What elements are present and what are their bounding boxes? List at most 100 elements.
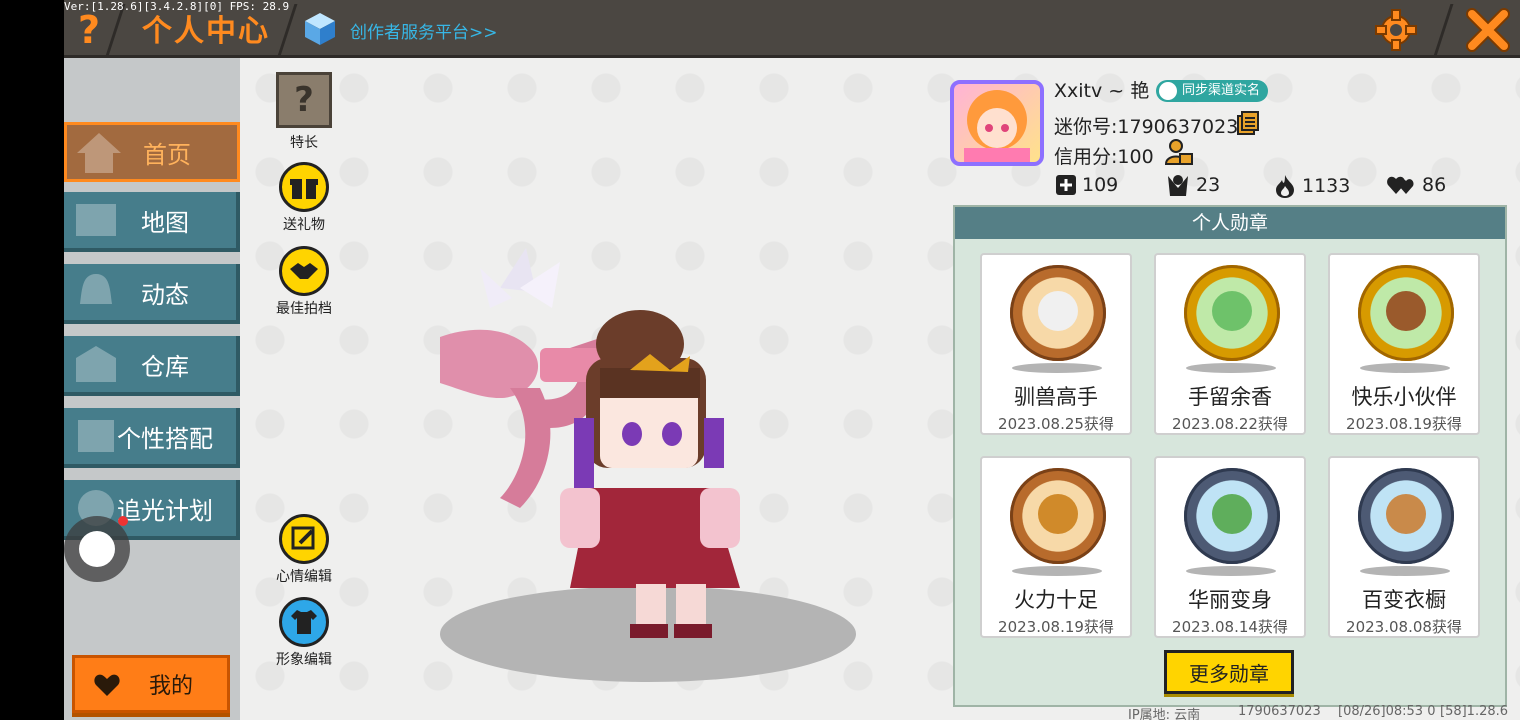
medal-date: 2023.08.08获得: [1346, 618, 1462, 636]
hearts-icon: [1387, 176, 1414, 194]
medal-date: 2023.08.19获得: [998, 618, 1114, 636]
sidebar-item-label: 地图: [141, 208, 189, 237]
send-gift-button[interactable]: 送礼物: [264, 162, 344, 234]
avatar-edit-button[interactable]: 形象编辑: [264, 597, 344, 669]
avatar[interactable]: [950, 80, 1044, 166]
medal-shadow: [1012, 363, 1102, 373]
mini-id: 迷你号:1790637023: [1054, 116, 1239, 138]
sidebar-item-outfit[interactable]: 个性搭配: [64, 408, 240, 468]
sidebar-item-label: 首页: [143, 140, 191, 169]
footer-build: [58]1.28.6: [1440, 704, 1509, 719]
stat-fans[interactable]: 23: [1166, 174, 1220, 196]
medal-card[interactable]: 手留余香 2023.08.22获得: [1154, 253, 1306, 435]
joystick-knob[interactable]: [79, 531, 115, 567]
gear-icon[interactable]: [1374, 8, 1418, 52]
sidebar: 首页 地图 动态 仓库 个性搭配 追光计划 我的: [64, 58, 240, 720]
my-button-label: 我的: [148, 674, 193, 699]
more-medals-button[interactable]: 更多勋章: [1164, 650, 1294, 694]
notification-dot: [118, 516, 128, 526]
stat-value: 109: [1082, 174, 1119, 196]
heart-icon: [94, 674, 120, 696]
credit-score: 信用分:100: [1054, 146, 1154, 168]
medal-name: 火力十足: [1014, 588, 1098, 612]
medal-card[interactable]: 百变衣橱 2023.08.08获得: [1328, 456, 1480, 638]
help-button[interactable]: ?: [74, 8, 104, 52]
medal-buddy-icon: [1358, 265, 1454, 361]
medal-card[interactable]: 火力十足 2023.08.19获得: [980, 456, 1132, 638]
warehouse-icon: [76, 346, 116, 382]
medal-shadow: [1012, 566, 1102, 576]
sidebar-item-feed[interactable]: 动态: [64, 264, 240, 324]
close-icon[interactable]: [1466, 6, 1510, 52]
footer-time: [08/26]08:53 0: [1338, 704, 1436, 719]
plus-icon: [1056, 175, 1076, 195]
bell-icon: [80, 274, 112, 304]
medal-shadow: [1186, 363, 1276, 373]
stat-value: 86: [1422, 174, 1447, 196]
clothing-icon: [279, 597, 329, 647]
fans-icon: [1168, 175, 1188, 196]
medal-shadow: [1186, 566, 1276, 576]
stat-favorites[interactable]: 86: [1386, 174, 1446, 196]
cube-icon[interactable]: [304, 12, 336, 46]
avatar-portrait-illustration: [964, 90, 1030, 162]
medal-name: 驯兽高手: [1014, 385, 1098, 409]
debug-version-text: Ver:[1.28.6][3.4.2.8][0] FPS: 28.9: [64, 0, 290, 13]
verify-badge-label: 同步渠道实名: [1182, 83, 1261, 98]
stat-likes[interactable]: 109: [1056, 174, 1118, 196]
flame-icon: [1276, 175, 1294, 198]
character-model[interactable]: [440, 248, 870, 688]
medal-date: 2023.08.25获得: [998, 415, 1114, 433]
medal-shadow: [1360, 566, 1450, 576]
outfit-icon: [78, 420, 114, 452]
floating-joystick[interactable]: [64, 516, 130, 582]
medal-date: 2023.08.19获得: [1346, 415, 1462, 433]
send-gift-label: 送礼物: [283, 217, 325, 233]
medal-tamer-icon: [1010, 265, 1106, 361]
handshake-icon: [279, 246, 329, 296]
sidebar-item-home[interactable]: 首页: [64, 122, 240, 182]
stat-value: 23: [1196, 174, 1221, 196]
edit-icon: [279, 514, 329, 564]
copy-icon[interactable]: [1236, 110, 1260, 136]
sidebar-item-label: 追光计划: [117, 496, 213, 525]
username: Xxitv ~ 艳: [1054, 80, 1150, 102]
medal-fragrance-icon: [1184, 265, 1280, 361]
medal-name: 华丽变身: [1188, 588, 1272, 612]
verified-user-icon: [1159, 82, 1177, 100]
medal-panel-title: 个人勋章: [955, 207, 1505, 239]
verify-badge[interactable]: 同步渠道实名: [1156, 80, 1269, 102]
medal-card[interactable]: 快乐小伙伴 2023.08.19获得: [1328, 253, 1480, 435]
medal-name: 快乐小伙伴: [1351, 385, 1457, 409]
specialty-label: 特长: [290, 135, 318, 151]
medal-transform-icon: [1184, 468, 1280, 564]
stat-heat[interactable]: 1133: [1274, 174, 1350, 198]
sidebar-item-label: 动态: [141, 280, 189, 309]
medal-firepower-icon: [1010, 468, 1106, 564]
ip-location: IP属地: 云南: [1128, 708, 1201, 720]
credit-info-icon[interactable]: [1164, 138, 1194, 166]
avatar-edit-label: 形象编辑: [276, 652, 332, 668]
stat-value: 1133: [1302, 175, 1351, 197]
medal-wardrobe-icon: [1358, 468, 1454, 564]
sidebar-item-label: 个性搭配: [117, 424, 213, 453]
sidebar-item-label: 仓库: [141, 352, 189, 381]
question-block-icon: ?: [276, 72, 332, 128]
footer-uid: 1790637023: [1238, 704, 1321, 719]
map-icon: [76, 204, 116, 236]
my-button[interactable]: 我的: [72, 655, 230, 713]
medal-name: 百变衣橱: [1362, 588, 1446, 612]
medal-card[interactable]: 驯兽高手 2023.08.25获得: [980, 253, 1132, 435]
mood-edit-label: 心情编辑: [276, 569, 332, 585]
creator-platform-link[interactable]: 创作者服务平台>>: [350, 18, 498, 43]
sidebar-item-warehouse[interactable]: 仓库: [64, 336, 240, 396]
specialty-button[interactable]: ? 特长: [264, 72, 344, 152]
medal-name: 手留余香: [1188, 385, 1272, 409]
medal-date: 2023.08.14获得: [1172, 618, 1288, 636]
medal-card[interactable]: 华丽变身 2023.08.14获得: [1154, 456, 1306, 638]
home-icon: [77, 133, 121, 173]
mood-edit-button[interactable]: 心情编辑: [264, 514, 344, 586]
sidebar-item-map[interactable]: 地图: [64, 192, 240, 252]
best-partner-button[interactable]: 最佳拍档: [264, 246, 344, 318]
best-partner-label: 最佳拍档: [276, 301, 332, 317]
